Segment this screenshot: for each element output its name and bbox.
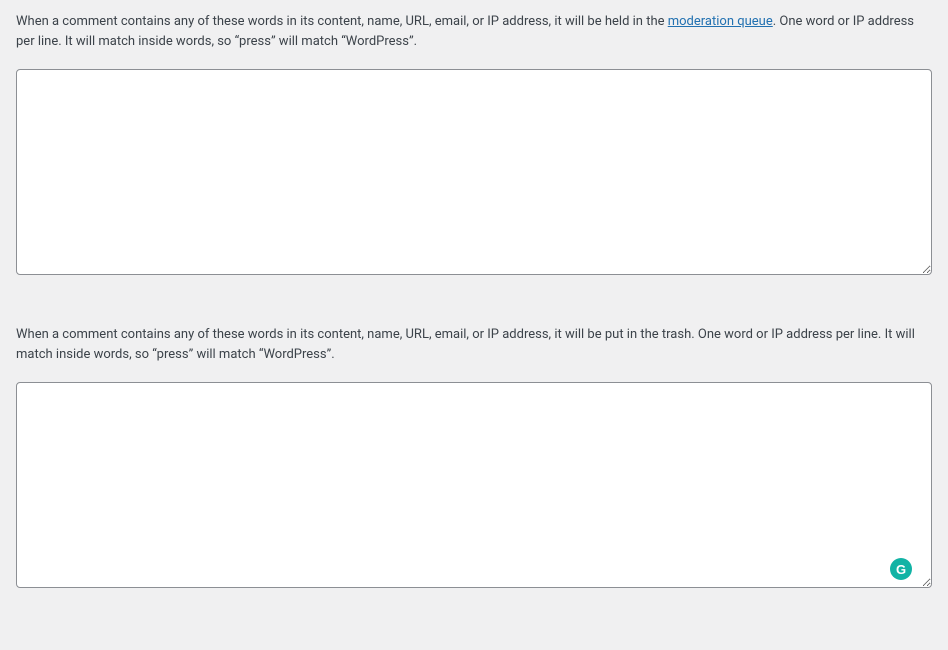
moderation-queue-link[interactable]: moderation queue xyxy=(668,14,773,29)
moderation-description: When a comment contains any of these wor… xyxy=(16,12,932,51)
disallowed-description: When a comment contains any of these wor… xyxy=(16,325,932,364)
disallowed-keys-textarea[interactable] xyxy=(16,382,932,588)
disallowed-keys-section: When a comment contains any of these wor… xyxy=(16,325,932,592)
disallowed-textarea-wrap: G xyxy=(16,382,932,592)
moderation-textarea-wrap xyxy=(16,69,932,279)
moderation-desc-before: When a comment contains any of these wor… xyxy=(16,14,668,29)
comment-moderation-section: When a comment contains any of these wor… xyxy=(16,12,932,279)
moderation-keys-textarea[interactable] xyxy=(16,69,932,275)
